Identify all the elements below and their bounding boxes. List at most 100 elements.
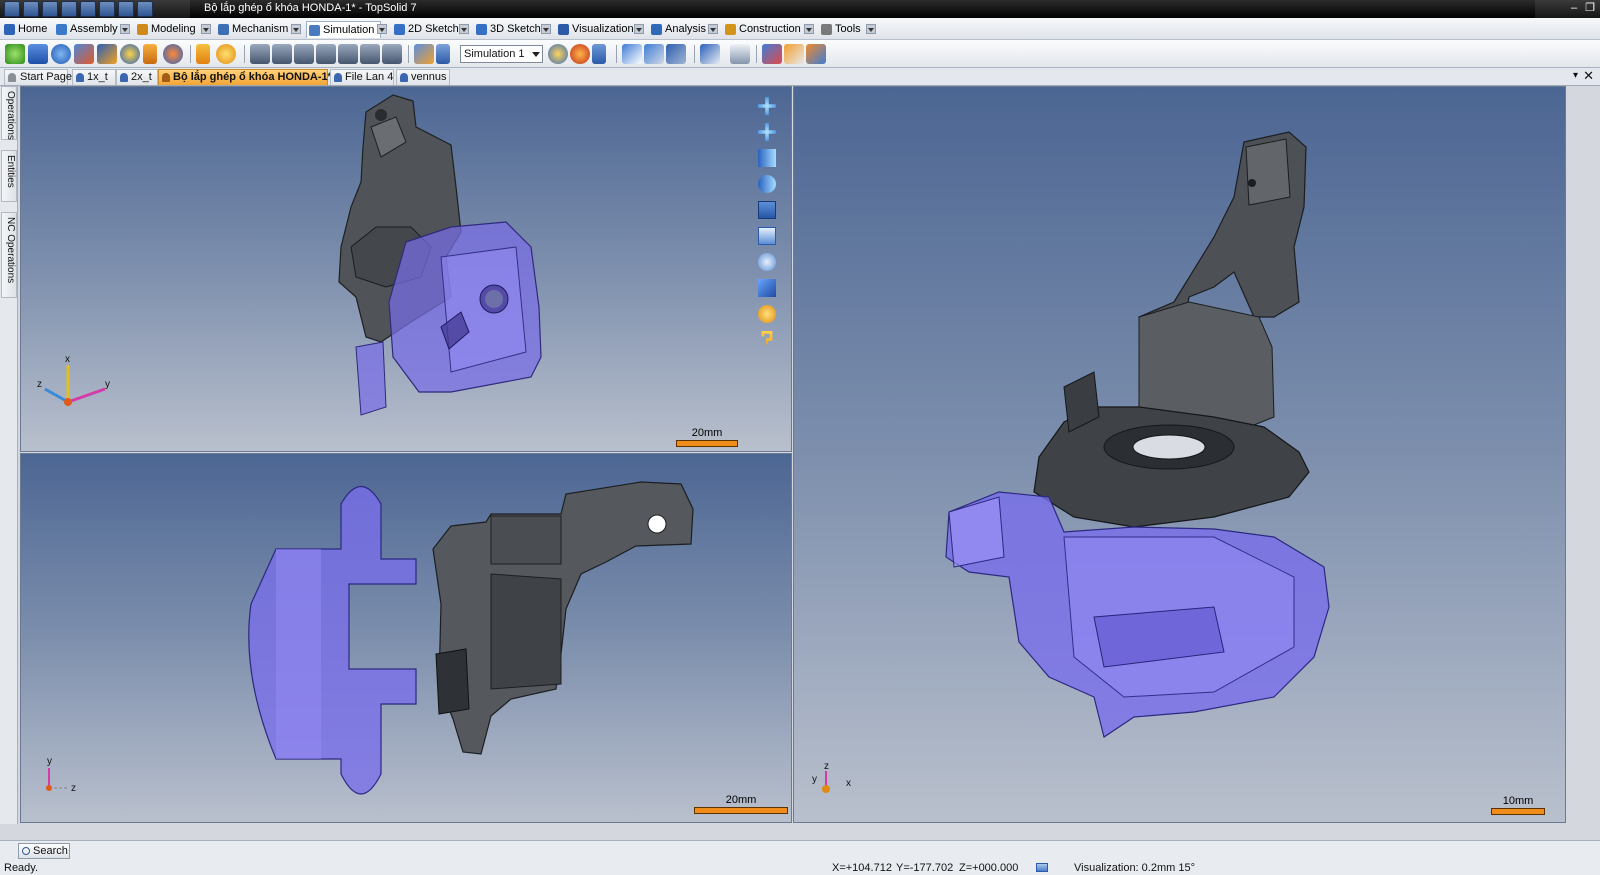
side-tab-entities[interactable]: Entities bbox=[1, 150, 17, 202]
doc-tab-vennus[interactable]: vennus bbox=[396, 69, 450, 85]
pattern-icon[interactable] bbox=[382, 44, 402, 64]
spring-icon[interactable] bbox=[28, 44, 48, 64]
viewport-right[interactable]: z y x 10mm bbox=[793, 86, 1566, 823]
window-title: Bộ lắp ghép ổ khóa HONDA-1* - TopSolid 7 bbox=[190, 0, 1535, 18]
doc-tab-1x-t[interactable]: 1x_t bbox=[72, 69, 116, 85]
triad-x-label: x bbox=[65, 354, 70, 365]
tab-2d-sketch-dropdown[interactable] bbox=[459, 24, 469, 34]
sensor-icon[interactable] bbox=[414, 44, 434, 64]
tab-visualization[interactable]: Visualization bbox=[556, 21, 634, 38]
layout-icon[interactable] bbox=[338, 44, 358, 64]
tab-simulation[interactable]: Simulation bbox=[306, 21, 382, 38]
gravity-icon[interactable] bbox=[196, 44, 210, 64]
tab-analysis[interactable]: Analysis bbox=[649, 21, 706, 38]
force-icon[interactable] bbox=[143, 44, 157, 64]
tab-list-icon[interactable]: ▾ bbox=[1573, 70, 1578, 81]
add-joint-icon[interactable] bbox=[5, 44, 25, 64]
close-icon[interactable]: ✕ bbox=[1583, 68, 1594, 84]
run-simulation-icon[interactable] bbox=[216, 44, 236, 64]
minimize-button[interactable]: – bbox=[1566, 0, 1582, 17]
search-icon bbox=[22, 847, 30, 855]
tab-assembly-dropdown[interactable] bbox=[120, 24, 130, 34]
viewport-bottom-left[interactable]: y z 20mm bbox=[20, 453, 792, 823]
tab-analysis-dropdown[interactable] bbox=[708, 24, 718, 34]
stack-icon[interactable] bbox=[294, 44, 314, 64]
group-icon[interactable] bbox=[316, 44, 336, 64]
gear-link-icon[interactable] bbox=[97, 44, 117, 64]
undo-icon[interactable] bbox=[80, 1, 96, 17]
search-button[interactable]: Search bbox=[18, 843, 70, 859]
viewport-top-left[interactable]: x y z 20mm bbox=[20, 86, 792, 452]
fly-icon[interactable] bbox=[758, 175, 776, 193]
tab-modeling-dropdown[interactable] bbox=[201, 24, 211, 34]
save-all-icon[interactable] bbox=[42, 1, 58, 17]
tab-construction[interactable]: Construction bbox=[723, 21, 801, 38]
part-icon bbox=[76, 73, 84, 82]
tab-2d-sketch[interactable]: 2D Sketch bbox=[392, 21, 459, 38]
tab-tools[interactable]: Tools bbox=[819, 21, 861, 38]
tab-construction-dropdown[interactable] bbox=[804, 24, 814, 34]
trajectory-icon[interactable] bbox=[762, 44, 782, 64]
refresh-icon[interactable] bbox=[137, 1, 153, 17]
export-icon[interactable] bbox=[592, 44, 606, 64]
motion-envelope-icon[interactable] bbox=[806, 44, 826, 64]
tab-assembly[interactable]: Assembly bbox=[54, 21, 118, 38]
multi-view-icon[interactable] bbox=[758, 201, 776, 219]
render-mode-icon[interactable] bbox=[758, 305, 776, 323]
part-icon bbox=[400, 73, 408, 82]
swept-volume-icon[interactable] bbox=[784, 44, 804, 64]
hierarchy-icon[interactable] bbox=[360, 44, 380, 64]
spiral-icon[interactable] bbox=[51, 44, 71, 64]
doc-tab-file-lan-4[interactable]: File Lan 4 bbox=[330, 69, 394, 85]
coord-z: Z=+000.000 bbox=[959, 862, 1019, 874]
triad-y-label: y bbox=[812, 774, 817, 785]
rotate-view-icon[interactable] bbox=[758, 123, 776, 141]
tab-3d-sketch[interactable]: 3D Sketch bbox=[474, 21, 541, 38]
distribute-icon[interactable] bbox=[272, 44, 292, 64]
motor-icon[interactable] bbox=[74, 44, 94, 64]
tab-3d-sketch-dropdown[interactable] bbox=[541, 24, 551, 34]
zoom-icon[interactable] bbox=[758, 253, 776, 271]
tab-home[interactable]: Home bbox=[2, 21, 47, 38]
visualization-icon bbox=[558, 24, 569, 35]
rotation-icon[interactable] bbox=[120, 44, 140, 64]
zoom-window-icon[interactable] bbox=[758, 227, 776, 245]
interference-icon[interactable] bbox=[666, 44, 686, 64]
collision-icon[interactable] bbox=[622, 44, 642, 64]
quick-access-toolbar bbox=[4, 1, 153, 17]
measure-icon[interactable] bbox=[700, 44, 720, 64]
doc-tab-2x-t[interactable]: 2x_t bbox=[116, 69, 158, 85]
tab-visualization-dropdown[interactable] bbox=[634, 24, 644, 34]
app-menu-icon[interactable] bbox=[4, 1, 20, 17]
pan-icon[interactable] bbox=[758, 97, 776, 115]
visualization-status[interactable]: Visualization: 0.2mm 15° bbox=[1074, 862, 1195, 874]
curve-plot-icon[interactable] bbox=[730, 44, 750, 64]
triad-x-label: x bbox=[846, 778, 851, 789]
simulation-select[interactable]: Simulation 1 bbox=[460, 45, 543, 63]
doc-tab-start-page[interactable]: Start Page bbox=[4, 69, 72, 85]
doc-tab-honda-assembly[interactable]: Bộ lắp ghép ổ khóa HONDA-1* bbox=[158, 69, 332, 85]
tracker-icon[interactable] bbox=[436, 44, 450, 64]
help-icon[interactable] bbox=[761, 331, 773, 345]
view-cube-icon[interactable] bbox=[758, 279, 776, 297]
tab-modeling[interactable]: Modeling bbox=[135, 21, 196, 38]
tab-simulation-dropdown[interactable] bbox=[377, 24, 387, 34]
tab-tools-dropdown[interactable] bbox=[866, 24, 876, 34]
side-tab-nc-operations[interactable]: NC Operations bbox=[1, 212, 17, 298]
side-tab-operations[interactable]: Operations bbox=[1, 86, 17, 140]
print-icon[interactable] bbox=[61, 1, 77, 17]
record-simulation-icon[interactable] bbox=[570, 44, 590, 64]
save-icon[interactable] bbox=[23, 1, 39, 17]
tab-mechanism-dropdown[interactable] bbox=[291, 24, 301, 34]
torque-icon[interactable] bbox=[163, 44, 183, 64]
simulation-icon bbox=[309, 25, 320, 36]
play-simulation-icon[interactable] bbox=[548, 44, 568, 64]
align-icon[interactable] bbox=[250, 44, 270, 64]
redo-icon[interactable] bbox=[99, 1, 115, 17]
pdm-icon[interactable] bbox=[118, 1, 134, 17]
walk-icon[interactable] bbox=[758, 149, 776, 167]
scale-bar: 10mm bbox=[1491, 795, 1545, 815]
restore-button[interactable]: ❐ bbox=[1582, 0, 1598, 17]
clearance-icon[interactable] bbox=[644, 44, 664, 64]
tab-mechanism[interactable]: Mechanism bbox=[216, 21, 288, 38]
